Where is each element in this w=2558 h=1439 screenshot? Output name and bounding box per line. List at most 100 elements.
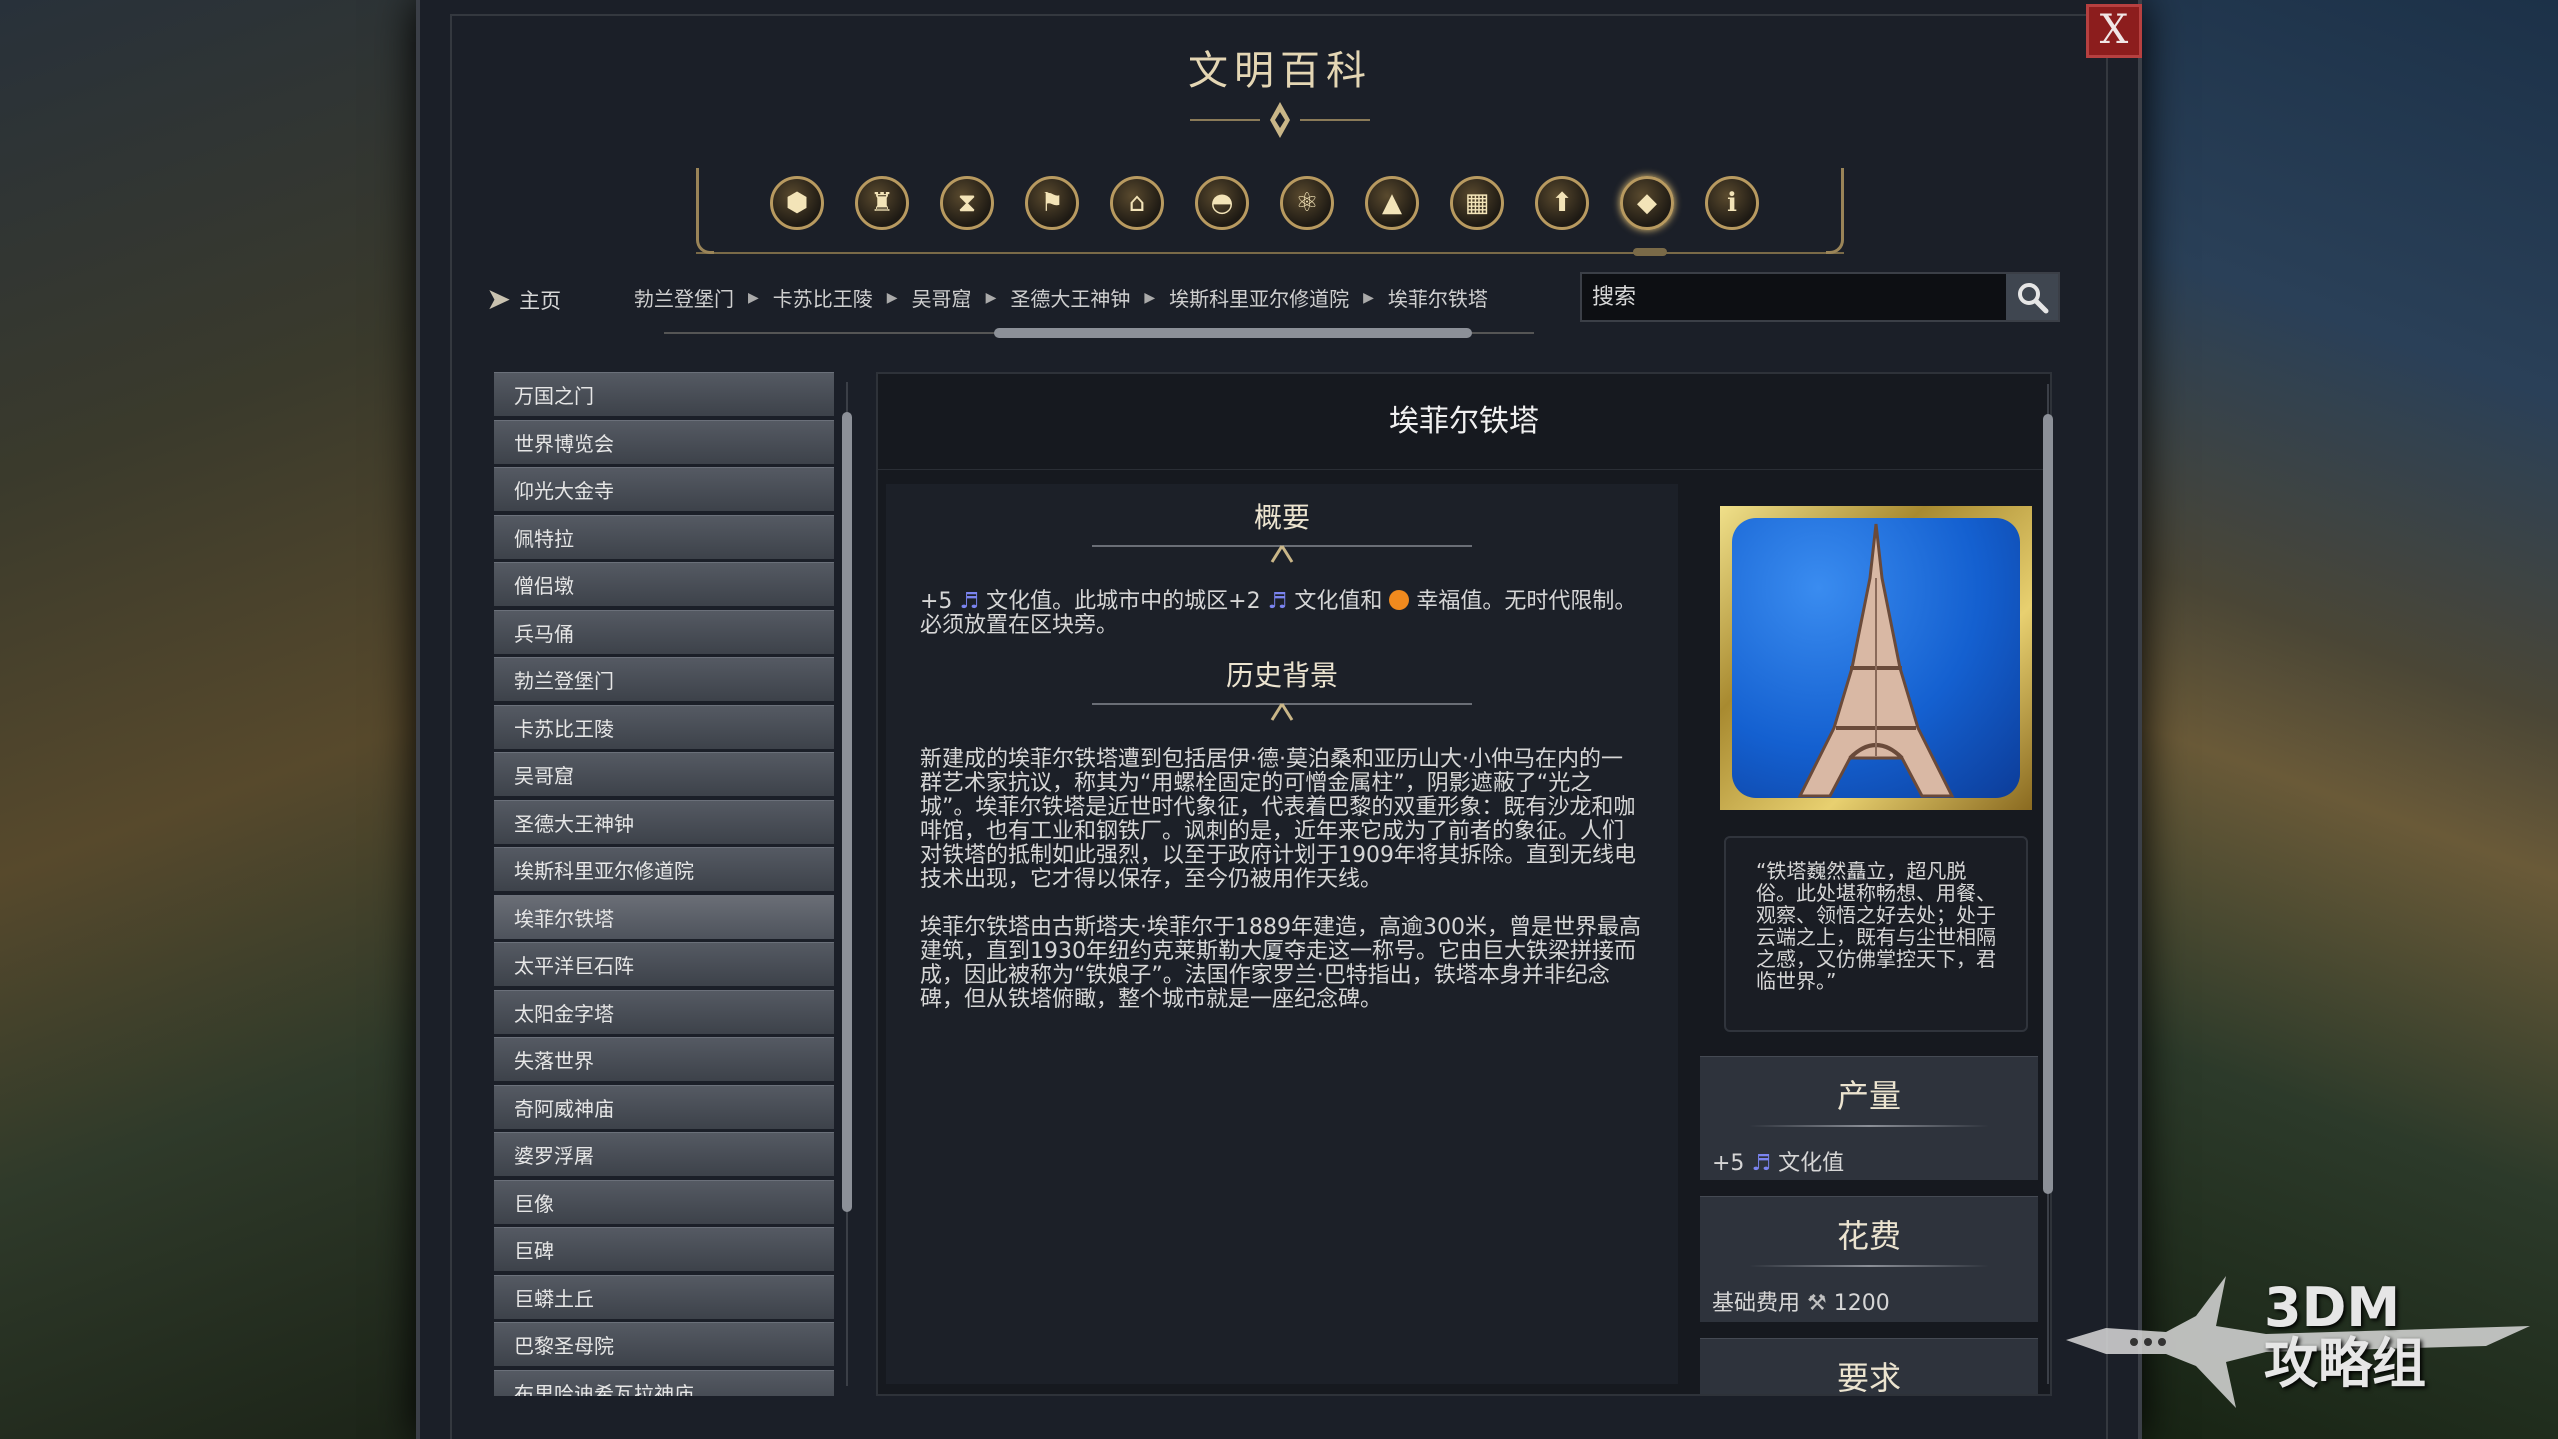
article-scroll-thumb[interactable] [2043,414,2053,1194]
home-label: 主页 [519,288,562,313]
page-title: 文明百科 [1188,48,1372,94]
list-item[interactable]: 埃斯科里亚尔修道院 [494,847,834,891]
title-ornament [1190,102,1370,138]
breadcrumb: 勃兰登堡门 ▶ 卡苏比王陵 ▶ 吴哥窟 ▶ 圣德大王神钟 ▶ 埃斯科里亚尔修道院 ▶ 埃菲尔铁塔 [634,283,1488,312]
government-building-icon[interactable]: ⌂ [1110,176,1164,230]
article-panel: 埃菲尔铁塔 概要 +5 ♬ 文化值。此城市中的城区+2 ♬ 文化值和 幸福值。无… [876,372,2054,1397]
category-toolbar: ⬢ ♜ ⧗ ⚑ ⌂ ◓ ⚛ ▲ ▦ ⬆ ◆ ℹ [696,168,1844,256]
watermark-line-2: 攻略组 [2264,1332,2426,1395]
breadcrumb-scrollbar[interactable] [664,328,1534,338]
cost-value: 基础费用 ⚒ 1200 [1700,1267,2038,1317]
list-item[interactable]: 佩特拉 [494,514,834,559]
yield-amount: +5 [1712,1151,1745,1176]
list-item[interactable]: 布里哈迪希瓦拉神庙 [494,1369,834,1396]
breadcrumb-separator-icon: ▶ [748,289,759,306]
list-item[interactable]: 万国之门 [494,372,834,416]
wonder-quote: “铁塔巍然矗立，超凡脱俗。此处堪称畅想、用餐、观察、领悟之好去处；处于云端之上，… [1724,836,2028,1032]
happiness-icon [1389,590,1410,610]
article-title: 埃菲尔铁塔 [878,374,2050,470]
article-scrollbar[interactable] [2042,384,2054,1384]
breadcrumb-item[interactable]: 圣德大王神钟 [1010,283,1130,312]
search-input[interactable] [1582,274,2006,320]
breadcrumb-separator-icon: ▶ [985,289,997,306]
requirements-heading: 要求 [1836,1359,1901,1397]
wonder-portrait-image [1732,518,2020,798]
requirements-panel: 要求 [1700,1338,2038,1397]
history-paragraph-2: 埃菲尔铁塔由古斯塔夫·埃菲尔于1889年建造，高逾300米，曾是世界最高建筑，直… [920,915,1641,1012]
list-item[interactable]: 太阳金字塔 [494,989,834,1034]
watermark-text: 3DM 攻略组 [2264,1280,2426,1392]
goblet-icon[interactable]: ♜ [855,176,909,230]
list-scrollbar[interactable] [840,372,854,1396]
resources-icon[interactable]: ⬢ [770,176,824,230]
list-item[interactable]: 兵马俑 [494,609,834,654]
history-divider [1092,703,1472,721]
home-link[interactable]: ➤ 主页 [486,282,561,317]
list-item[interactable]: 巨蟒土丘 [494,1274,834,1319]
list-item[interactable]: 巨碑 [494,1227,834,1271]
list-scroll-thumb[interactable] [842,412,852,1212]
watermark-line-1: 3DM [2264,1276,2401,1339]
breadcrumb-item[interactable]: 埃斯科里亚尔修道院 [1169,283,1349,312]
search-box [1580,272,2060,322]
breadcrumb-item[interactable]: 卡苏比王陵 [773,283,873,312]
city-icon[interactable]: ▦ [1450,176,1504,230]
back-arrow-icon: ➤ [486,282,512,317]
category-icons: ⬢ ♜ ⧗ ⚑ ⌂ ◓ ⚛ ▲ ▦ ⬆ ◆ ℹ [770,176,1759,230]
search-button[interactable] [2006,274,2058,320]
list-item[interactable]: 失落世界 [494,1037,834,1081]
summary-part-3: 文化值和 [1294,589,1383,614]
search-icon [2018,283,2049,314]
info-icon[interactable]: ℹ [1705,176,1759,230]
summary-text: +5 ♬ 文化值。此城市中的城区+2 ♬ 文化值和 幸福值。无时代限制。必须放置… [886,590,1678,638]
yield-value: +5 ♬ 文化值 [1700,1127,2038,1177]
list-item[interactable]: 圣德大王神钟 [494,799,834,844]
dome-icon[interactable]: ◓ [1195,176,1249,230]
breadcrumb-item[interactable]: 勃兰登堡门 [634,283,734,312]
toolbar-cap-right [1826,168,1844,254]
flag-leader-icon[interactable]: ⚑ [1025,176,1079,230]
list-item[interactable]: 勃兰登堡门 [494,657,834,701]
list-item[interactable]: 太平洋巨石阵 [494,942,834,986]
terrain-icon[interactable]: ▲ [1365,176,1419,230]
wonder-list: 万国之门 世界博览会 仰光大金寺 佩特拉 僧侣墩 兵马俑 勃兰登堡门 卡苏比王陵 吴哥窟 圣德大王… [494,372,834,1396]
hourglass-icon[interactable]: ⧗ [940,176,994,230]
map-background-left [0,0,420,1439]
culture-note-icon: ♬ [1267,589,1288,614]
culture-note-icon: ♬ [959,589,980,614]
cost-label: 基础费用 [1712,1291,1801,1316]
breadcrumb-item[interactable]: 吴哥窟 [912,283,972,312]
list-item[interactable]: 仰光大金寺 [494,467,834,511]
list-item[interactable]: 婆罗浮屠 [494,1132,834,1176]
breadcrumb-scroll-thumb[interactable] [994,328,1472,338]
wonder-icon[interactable]: ◆ [1620,176,1674,230]
yield-label: 文化值 [1778,1151,1845,1176]
list-item[interactable]: 埃菲尔铁塔 [494,894,834,939]
active-category-marker [1633,248,1667,256]
list-item[interactable]: 吴哥窟 [494,752,834,796]
yield-heading: 产量 [1836,1077,1901,1115]
map-background-right [2128,0,2558,1439]
close-button[interactable]: X [2086,4,2142,58]
upgrade-arrow-icon[interactable]: ⬆ [1535,176,1589,230]
breadcrumb-item[interactable]: 埃菲尔铁塔 [1388,283,1488,312]
cost-heading: 花费 [1836,1217,1901,1255]
production-hammer-icon: ⚒ [1807,1291,1827,1316]
breadcrumb-separator-icon: ▶ [1144,289,1156,306]
cost-panel: 花费 基础费用 ⚒ 1200 [1700,1196,2038,1322]
cost-amount: 1200 [1833,1291,1890,1316]
history-paragraph-1: 新建成的埃菲尔铁塔遭到包括居伊·德·莫泊桑和亚历山大·小仲马在内的一群艺术家抗议… [920,747,1636,892]
eiffel-tower-icon [1797,523,1955,798]
summary-part-2: 文化值。此城市中的城区+2 [986,589,1261,614]
list-item[interactable]: 巴黎圣母院 [494,1322,834,1366]
breadcrumb-separator-icon: ▶ [1363,289,1374,306]
list-item[interactable]: 巨像 [494,1179,834,1224]
list-item[interactable]: 卡苏比王陵 [494,704,834,749]
list-item[interactable]: 僧侣墩 [494,562,834,606]
list-item[interactable]: 世界博览会 [494,419,834,464]
list-item[interactable]: 奇阿威神庙 [494,1084,834,1129]
history-heading: 历史背景 [1225,659,1338,692]
breadcrumb-separator-icon: ▶ [886,289,898,306]
atom-icon[interactable]: ⚛ [1280,176,1334,230]
summary-part-1: +5 [920,589,953,614]
